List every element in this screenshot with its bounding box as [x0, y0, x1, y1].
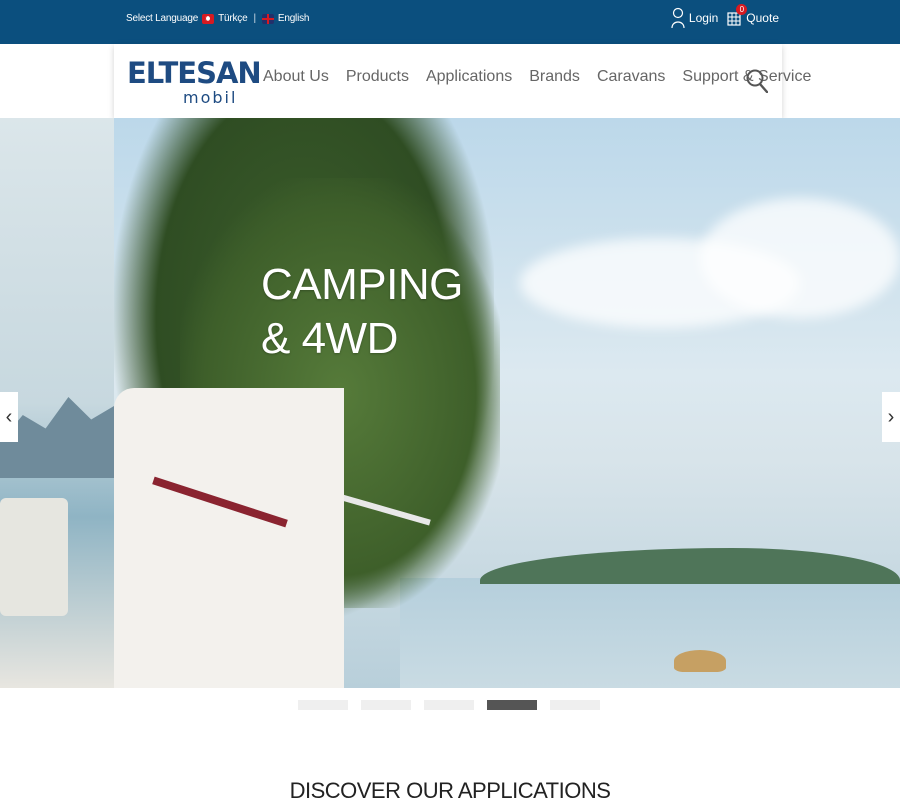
quote-button[interactable]: 0 Quote [726, 4, 779, 27]
slider-dot-1[interactable] [298, 700, 348, 710]
lang-divider: | [253, 13, 256, 24]
language-selector: Select Language Türkçe | English [126, 13, 309, 24]
lang-english-link[interactable]: English [278, 13, 310, 24]
chevron-right-icon: › [887, 405, 895, 428]
slider-prev-button[interactable]: ‹ [0, 392, 18, 442]
top-bar: Select Language Türkçe | English Login 0… [0, 0, 900, 44]
turkey-flag-icon[interactable] [202, 13, 215, 24]
slider-pagination [298, 700, 600, 710]
main-navbar: ELTESAN mobil About Us Products Applicat… [114, 44, 811, 118]
slider-dot-3[interactable] [424, 700, 474, 710]
section-title: DISCOVER OUR APPLICATIONS [289, 778, 611, 803]
login-label: Login [688, 11, 719, 25]
quote-label: Quote [746, 11, 779, 25]
logo-text: ELTESAN [127, 56, 262, 90]
cloud [700, 198, 900, 318]
user-icon [671, 7, 685, 29]
rock [674, 650, 726, 672]
nav-brands[interactable]: Brands [529, 68, 580, 86]
search-icon[interactable] [746, 69, 768, 93]
nav-caravans[interactable]: Caravans [597, 68, 665, 86]
slider-next-button[interactable]: › [882, 392, 900, 442]
chevron-left-icon: ‹ [5, 405, 13, 428]
hero-title: CAMPING & 4WD [261, 260, 463, 363]
hero-slider: CAMPING & 4WD ‹ › [0, 118, 900, 688]
caravan [114, 388, 344, 688]
slider-dot-4[interactable] [487, 700, 537, 710]
cooler-box [0, 498, 68, 616]
nav-about-us[interactable]: About Us [263, 68, 329, 86]
user-area: Login 0 Quote [671, 4, 779, 29]
slider-dot-2[interactable] [361, 700, 411, 710]
lang-turkce-link[interactable]: Türkçe [218, 13, 248, 24]
login-button[interactable]: Login [671, 7, 718, 29]
nav-applications[interactable]: Applications [426, 68, 512, 86]
logo-subtext: mobil [183, 88, 238, 107]
uk-flag-icon[interactable] [261, 13, 274, 24]
nav-products[interactable]: Products [346, 68, 409, 86]
select-language-label: Select Language [126, 13, 199, 24]
eltesan-logo[interactable]: ELTESAN mobil [127, 56, 262, 110]
main-menu: About Us Products Applications Brands Ca… [263, 68, 828, 86]
slider-dot-5[interactable] [550, 700, 600, 710]
